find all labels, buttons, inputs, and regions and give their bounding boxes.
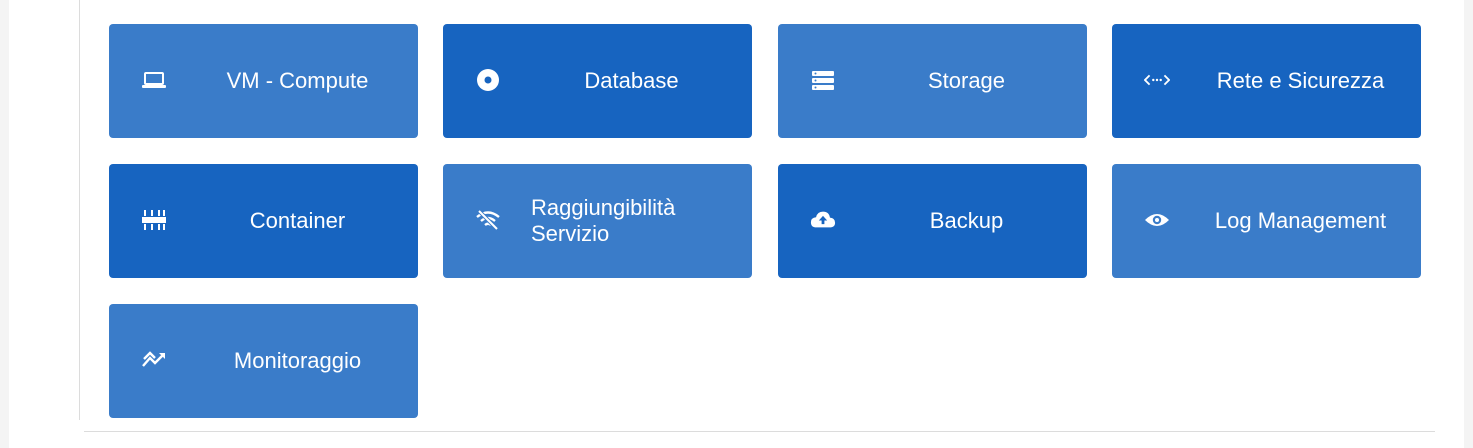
tile-storage[interactable]: Storage (778, 24, 1087, 138)
tile-label: Database (584, 68, 679, 93)
tile-raggiungibilita-servizio[interactable]: Raggiungibilità Servizio (443, 164, 752, 278)
left-divider (79, 0, 80, 420)
disc-icon (475, 68, 501, 92)
tile-label: Raggiungibilità Servizio (531, 195, 676, 246)
tile-label: Storage (927, 68, 1006, 93)
network-arrows-icon (1144, 68, 1170, 92)
tile-database[interactable]: Database (443, 24, 752, 138)
tile-backup[interactable]: Backup (778, 164, 1087, 278)
eye-icon (1144, 208, 1170, 232)
tile-log-management[interactable]: Log Management (1112, 164, 1421, 278)
server-icon (810, 68, 836, 92)
tile-label: Monitoraggio (233, 348, 362, 373)
trend-chart-icon (141, 348, 167, 372)
tile-label: VM - Compute (226, 68, 369, 93)
wifi-off-icon (475, 208, 501, 232)
tile-rete-sicurezza[interactable]: Rete e Sicurezza (1112, 24, 1421, 138)
laptop-icon (141, 68, 167, 92)
cloud-upload-icon (810, 208, 836, 232)
tile-vm-compute[interactable]: VM - Compute (109, 24, 418, 138)
tile-label: Backup (929, 208, 1004, 233)
tile-container[interactable]: Container (109, 164, 418, 278)
bottom-divider (84, 431, 1435, 432)
tile-label: Rete e Sicurezza (1216, 68, 1385, 93)
tile-monitoraggio[interactable]: Monitoraggio (109, 304, 418, 418)
container-pods-icon (141, 208, 167, 232)
tile-label: Container (249, 208, 346, 233)
tile-label: Log Management (1214, 208, 1387, 233)
